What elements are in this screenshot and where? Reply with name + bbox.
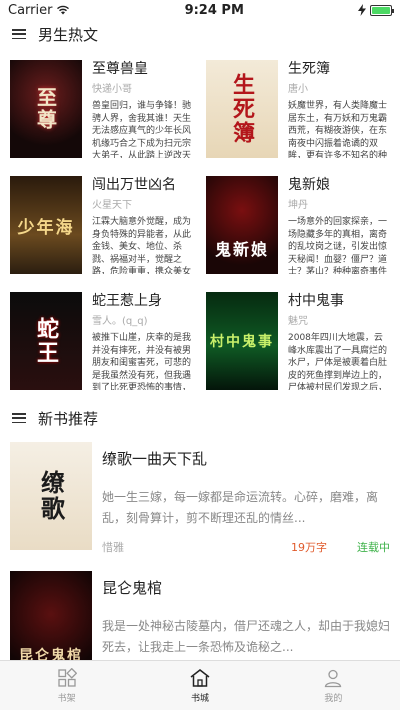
book-title: 昆仑鬼棺 bbox=[102, 579, 163, 597]
wifi-icon bbox=[57, 5, 70, 15]
menu-icon[interactable] bbox=[12, 413, 26, 423]
tab-profile[interactable]: 我的 bbox=[267, 661, 400, 710]
book-info: 鬼新娘 坤丹 一场意外的回家探亲，一场隐藏多年的真相，离奇的乱坟岗之谜，引发出惊… bbox=[278, 176, 390, 274]
book-card[interactable]: 鬼新娘 鬼新娘 坤丹 一场意外的回家探亲，一场隐藏多年的真相，离奇的乱坟岗之谜，… bbox=[206, 176, 390, 274]
new-section-header: 新书推荐 bbox=[0, 404, 400, 432]
cover-title: 蛇王 bbox=[33, 317, 59, 365]
book-title: 鬼新娘 bbox=[288, 177, 330, 193]
book-card[interactable]: 生死簿 生死簿 唐小 妖魔世界，有人类降魔士居东土，有万妖和万鬼霸西荒，有糊夜游… bbox=[206, 60, 390, 158]
book-card[interactable]: 村中鬼事 村中鬼事 魅咒 2008年四川大地震，云峰水库震出了一具腐烂的水尸，尸… bbox=[206, 292, 390, 390]
book-card[interactable]: 少年海 闯出万世凶名 火星天下 江霖大脑意外觉醒，成为身负特殊的异能者，从此金钱… bbox=[10, 176, 194, 274]
cover-title: 鬼新娘 bbox=[214, 240, 269, 259]
list-item[interactable]: 缭歌 缭歌一曲天下乱 她一生三嫁，每一嫁都是命运流转。心碎，磨难，离乱，刻骨算计… bbox=[0, 432, 400, 561]
section-title: 男生热文 bbox=[38, 25, 99, 44]
book-cover: 缭歌 bbox=[10, 442, 92, 550]
grid-icon bbox=[58, 667, 77, 687]
book-author: 快递小哥 bbox=[92, 84, 132, 95]
book-title: 至尊兽皇 bbox=[92, 61, 148, 77]
book-cover: 生死簿 bbox=[206, 60, 278, 158]
book-title: 蛇王惹上身 bbox=[92, 293, 162, 309]
book-description: 兽皇回归，谁与争锋！驰骋人界，舍我其谁！天生无法感应真气的少年长风机缘巧合之下成… bbox=[92, 101, 192, 158]
book-info: 蛇王惹上身 雪人。(q_q) 被推下山崖，庆幸的是我并没有摔死，并没有被男朋友和… bbox=[82, 292, 194, 390]
book-info: 村中鬼事 魅咒 2008年四川大地震，云峰水库震出了一具腐烂的水尸，尸体是被裹着… bbox=[278, 292, 390, 390]
carrier-label: Carrier bbox=[8, 2, 53, 18]
book-title: 村中鬼事 bbox=[288, 293, 344, 309]
book-author: 雪人。(q_q) bbox=[92, 316, 148, 327]
book-cover: 少年海 bbox=[10, 176, 82, 274]
hot-section-header: 男生热文 bbox=[0, 20, 400, 48]
book-title: 生死簿 bbox=[288, 61, 330, 77]
new-books-list: 缭歌 缭歌一曲天下乱 她一生三嫁，每一嫁都是命运流转。心碎，磨难，离乱，刻骨算计… bbox=[0, 432, 400, 685]
charging-icon bbox=[357, 4, 366, 16]
person-icon bbox=[325, 669, 342, 687]
clock: 9:24 PM bbox=[184, 2, 244, 18]
serial-status: 连载中 bbox=[357, 541, 390, 554]
book-info: 缭歌一曲天下乱 她一生三嫁，每一嫁都是命运流转。心碎，磨难，离乱，刻骨算计，剪不… bbox=[92, 442, 390, 555]
book-description: 我是一处神秘古陵墓内，借尸还魂之人，却由于我媳妇死去，让我走上一条恐怖及诡秘之.… bbox=[102, 619, 390, 654]
book-card[interactable]: 蛇王 蛇王惹上身 雪人。(q_q) 被推下山崖，庆幸的是我并没有摔死，并没有被男… bbox=[10, 292, 194, 390]
tab-bookstore[interactable]: 书城 bbox=[133, 661, 266, 710]
battery-icon bbox=[369, 4, 394, 16]
book-meta: 惜雅 19万字 连载中 bbox=[102, 539, 390, 555]
book-description: 被推下山崖，庆幸的是我并没有摔死，并没有被男朋友和闺蜜害死，可悲的是我虽然没有死… bbox=[92, 333, 192, 390]
cover-title: 生死簿 bbox=[229, 73, 255, 145]
book-info: 至尊兽皇 快递小哥 兽皇回归，谁与争锋！驰骋人界，舍我其谁！天生无法感应真气的少… bbox=[82, 60, 194, 158]
book-card[interactable]: 至尊 至尊兽皇 快递小哥 兽皇回归，谁与争锋！驰骋人界，舍我其谁！天生无法感应真… bbox=[10, 60, 194, 158]
cover-title: 缭歌 bbox=[36, 470, 66, 522]
menu-icon[interactable] bbox=[12, 29, 26, 39]
word-count: 19万字 bbox=[291, 541, 327, 554]
book-cover: 蛇王 bbox=[10, 292, 82, 390]
hot-books-grid: 至尊 至尊兽皇 快递小哥 兽皇回归，谁与争锋！驰骋人界，舍我其谁！天生无法感应真… bbox=[0, 48, 400, 390]
tab-label: 书架 bbox=[57, 693, 76, 704]
section-title: 新书推荐 bbox=[38, 409, 99, 428]
book-author: 唐小 bbox=[288, 84, 308, 95]
home-icon bbox=[190, 668, 210, 687]
book-description: 一场意外的回家探亲，一场隐藏多年的真相，离奇的乱坟岗之谜，引发出惊天秘闻！血婴？… bbox=[288, 217, 388, 274]
book-cover: 村中鬼事 bbox=[206, 292, 278, 390]
book-cover: 鬼新娘 bbox=[206, 176, 278, 274]
book-author: 坤丹 bbox=[288, 200, 308, 211]
cover-title: 村中鬼事 bbox=[210, 334, 274, 350]
status-left: Carrier bbox=[8, 3, 70, 18]
tab-label: 书城 bbox=[190, 693, 209, 704]
book-description: 2008年四川大地震，云峰水库震出了一具腐烂的水尸，尸体是被裹着白肚皮的死鱼撑到… bbox=[288, 333, 388, 390]
tab-bookshelf[interactable]: 书架 bbox=[0, 661, 133, 710]
book-author: 魅咒 bbox=[288, 316, 308, 327]
book-info: 生死簿 唐小 妖魔世界，有人类降魔士居东土，有万妖和万鬼霸西荒，有糊夜游侠，在东… bbox=[278, 60, 390, 158]
tab-label: 我的 bbox=[324, 693, 343, 704]
book-description: 妖魔世界，有人类降魔士居东土，有万妖和万鬼霸西荒，有糊夜游侠，在东南夜中闪振着诡… bbox=[288, 101, 388, 158]
book-title: 缭歌一曲天下乱 bbox=[102, 450, 208, 468]
cover-title: 至尊 bbox=[33, 87, 58, 131]
book-cover: 至尊 bbox=[10, 60, 82, 158]
tab-bar: 书架 书城 我的 bbox=[0, 660, 400, 710]
status-bar: Carrier 9:24 PM bbox=[0, 0, 400, 20]
book-author: 火星天下 bbox=[92, 200, 132, 211]
book-author: 惜雅 bbox=[102, 541, 124, 554]
book-description: 江霖大脑意外觉醒，成为身负特殊的异能者，从此金钱、美女、地位、杀戮、祸福对半，觉… bbox=[92, 217, 192, 274]
book-title: 闯出万世凶名 bbox=[92, 177, 176, 193]
status-right bbox=[357, 4, 394, 16]
book-info: 闯出万世凶名 火星天下 江霖大脑意外觉醒，成为身负特殊的异能者，从此金钱、美女、… bbox=[82, 176, 194, 274]
cover-title: 少年海 bbox=[17, 217, 75, 238]
book-description: 她一生三嫁，每一嫁都是命运流转。心碎，磨难，离乱，刻骨算计，剪不断理还乱的情丝.… bbox=[102, 490, 379, 525]
